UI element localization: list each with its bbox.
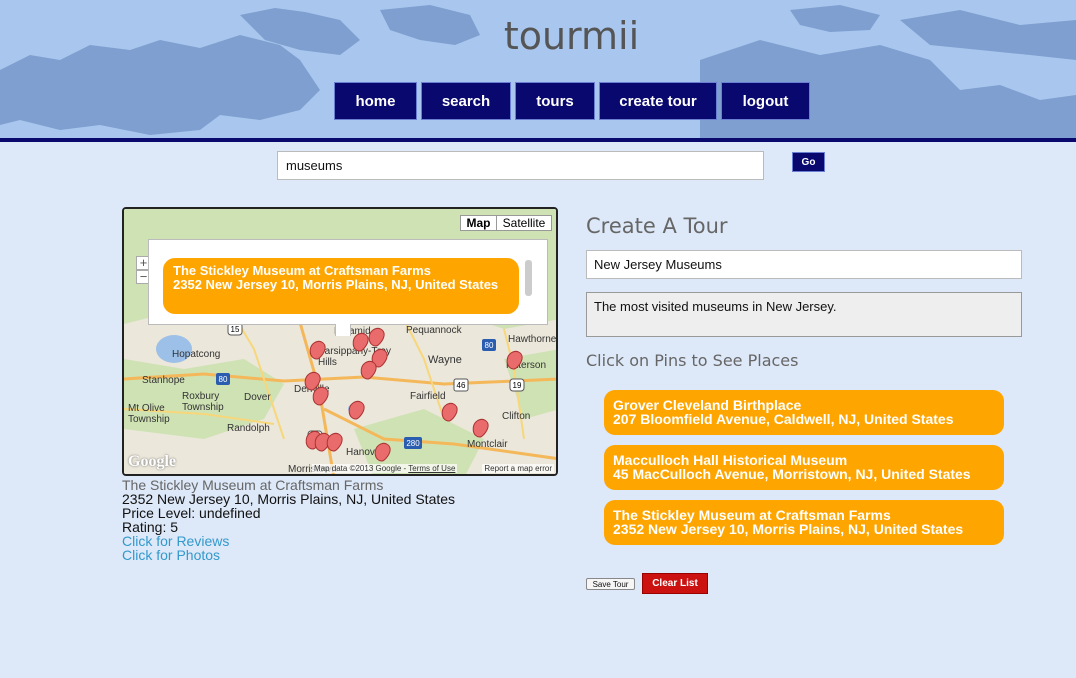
google-map[interactable]: Map Satellite + − Hopatcong Stanhope Rox… bbox=[122, 207, 558, 476]
site-logo[interactable]: tourmii bbox=[0, 14, 1076, 58]
reviews-link[interactable]: Click for Reviews bbox=[122, 534, 455, 548]
tour-place-card[interactable]: The Stickley Museum at Craftsman Farms 2… bbox=[604, 500, 1004, 545]
clear-list-button[interactable]: Clear List bbox=[642, 573, 708, 594]
map-place-label: Paterson bbox=[506, 360, 547, 371]
map-copyright: Map data ©2013 Google - Terms of Use bbox=[312, 464, 458, 473]
selected-place-address: 2352 New Jersey 10, Morris Plains, NJ, U… bbox=[122, 491, 456, 507]
map-place-label: Montclair bbox=[467, 439, 508, 450]
nav-home-button[interactable]: home bbox=[334, 82, 417, 120]
tour-name-input[interactable] bbox=[586, 250, 1022, 279]
selected-place-price: Price Level: undefined bbox=[122, 505, 261, 521]
map-place-label: Randolph bbox=[227, 423, 270, 434]
info-window-tail bbox=[335, 324, 351, 336]
tour-place-card[interactable]: Macculloch Hall Historical Museum 45 Mac… bbox=[604, 445, 1004, 490]
search-input[interactable] bbox=[277, 151, 764, 180]
nav-search-button[interactable]: search bbox=[421, 82, 511, 120]
pins-hint-text: Click on Pins to See Places bbox=[586, 351, 799, 370]
map-place-label: Pequannock bbox=[406, 325, 462, 336]
selected-place-rating: Rating: 5 bbox=[122, 519, 179, 535]
tour-place-name: Grover Cleveland Birthplace bbox=[613, 397, 802, 413]
nav-tours-button[interactable]: tours bbox=[515, 82, 595, 120]
info-window-scrollbar[interactable] bbox=[525, 260, 532, 296]
nav-create-tour-button[interactable]: create tour bbox=[599, 82, 717, 120]
map-place-label: Denville bbox=[294, 384, 330, 395]
map-place-label: Mt Olive Township bbox=[128, 403, 170, 425]
photos-link[interactable]: Click for Photos bbox=[122, 548, 455, 562]
google-logo[interactable]: Google bbox=[128, 453, 176, 471]
map-place-label: Parsippany-Troy Hills bbox=[318, 346, 391, 368]
map-place-label: Wayne bbox=[428, 354, 462, 366]
map-place-label: Stanhope bbox=[142, 375, 185, 386]
map-place-label: Fairfield bbox=[410, 391, 446, 402]
create-tour-heading: Create A Tour bbox=[586, 214, 728, 238]
search-go-button[interactable]: Go bbox=[792, 152, 825, 172]
info-window-title: The Stickley Museum at Craftsman Farms bbox=[173, 263, 431, 278]
header-divider bbox=[0, 138, 1076, 142]
tour-place-name: The Stickley Museum at Craftsman Farms bbox=[613, 507, 891, 523]
selected-place-name: The Stickley Museum at Craftsman Farms bbox=[122, 477, 384, 493]
map-place-label: Hawthorne bbox=[508, 334, 557, 345]
terms-of-use-link[interactable]: Terms of Use bbox=[408, 464, 455, 473]
nav-logout-button[interactable]: logout bbox=[721, 82, 810, 120]
save-tour-button[interactable]: Save Tour bbox=[586, 578, 635, 590]
map-info-window: The Stickley Museum at Craftsman Farms 2… bbox=[148, 239, 548, 336]
tour-description-textarea[interactable]: The most visited museums in New Jersey. bbox=[586, 292, 1022, 337]
map-place-label: Dover bbox=[244, 392, 271, 403]
map-type-satellite-button[interactable]: Satellite bbox=[496, 215, 552, 231]
map-place-label: Clifton bbox=[502, 411, 531, 422]
tour-place-name: Macculloch Hall Historical Museum bbox=[613, 452, 848, 468]
map-type-map-button[interactable]: Map bbox=[460, 215, 497, 231]
info-window-address: 2352 New Jersey 10, Morris Plains, NJ, U… bbox=[173, 277, 499, 292]
tour-place-address: 45 MacCulloch Avenue, Morristown, NJ, Un… bbox=[613, 466, 971, 482]
report-map-error-link[interactable]: Report a map error bbox=[482, 464, 554, 473]
map-place-label: Roxbury Township bbox=[182, 391, 224, 413]
tour-place-address: 207 Bloomfield Avenue, Caldwell, NJ, Uni… bbox=[613, 411, 954, 427]
info-window-place-card[interactable]: The Stickley Museum at Craftsman Farms 2… bbox=[163, 258, 519, 314]
tour-place-card[interactable]: Grover Cleveland Birthplace 207 Bloomfie… bbox=[604, 390, 1004, 435]
selected-place-details: The Stickley Museum at Craftsman Farms 2… bbox=[122, 478, 455, 562]
map-place-label: Hopatcong bbox=[172, 349, 221, 360]
tour-place-address: 2352 New Jersey 10, Morris Plains, NJ, U… bbox=[613, 521, 964, 537]
map-place-label: Hanover bbox=[346, 447, 384, 458]
